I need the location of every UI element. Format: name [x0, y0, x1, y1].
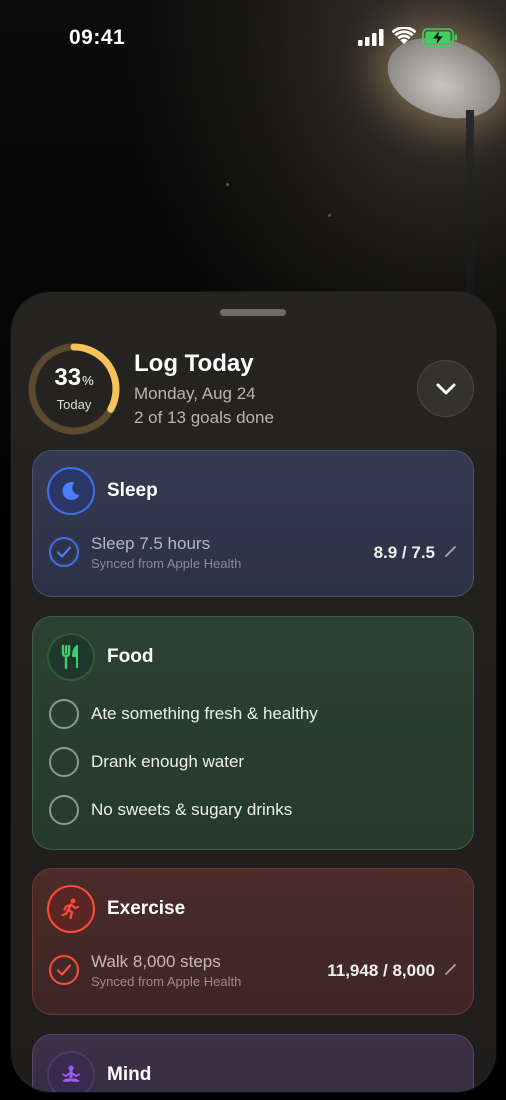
food-item-label[interactable]: Drank enough water: [91, 752, 244, 772]
exercise-goal-name: Walk 8,000 steps: [91, 952, 221, 971]
mind-card[interactable]: Mind: [32, 1034, 474, 1092]
food-category-icon: [47, 633, 95, 681]
pencil-icon[interactable]: [444, 545, 457, 558]
exercise-goal-source: Synced from Apple Health: [91, 974, 242, 989]
date-label: Monday, Aug 24: [134, 384, 256, 403]
sleep-goal-name: Sleep 7.5 hours: [91, 534, 211, 553]
running-icon: [61, 898, 80, 920]
sleep-card[interactable]: Sleep Sleep 7.5 hours Synced from Apple …: [32, 450, 474, 597]
food-card[interactable]: Food Ate something fresh & healthy Drank…: [32, 616, 474, 850]
exercise-title: Exercise: [107, 898, 186, 919]
status-bar: 09:41: [0, 0, 506, 76]
progress-ring: 33% Today: [27, 342, 121, 436]
sleep-title: Sleep: [107, 480, 158, 501]
progress-percent-value: 33: [54, 364, 82, 391]
exercise-goal-checkbox[interactable]: [49, 955, 79, 985]
exercise-goal-value: 11,948 / 8,000: [327, 961, 435, 980]
log-today-sheet: 33% Today Log Today Monday, Aug 24 2 of …: [11, 292, 496, 1092]
progress-label: Today: [56, 397, 92, 412]
wifi-icon: [392, 27, 416, 44]
chevron-down-icon: [436, 383, 455, 394]
checkmark-icon: [56, 546, 72, 558]
speck: [328, 214, 331, 217]
food-item-checkbox[interactable]: [49, 795, 79, 825]
fork-knife-icon: [61, 644, 78, 670]
food-item-checkbox[interactable]: [49, 747, 79, 777]
sleep-goal-value: 8.9 / 7.5: [373, 543, 435, 562]
lamp-pole: [466, 110, 474, 310]
sleep-category-icon: [47, 467, 95, 515]
meditation-icon: [62, 1065, 80, 1082]
checkmark-icon: [56, 964, 72, 976]
sleep-goal-source: Synced from Apple Health: [91, 556, 242, 571]
progress-percent: 33%: [27, 364, 121, 392]
mind-title: Mind: [107, 1064, 152, 1085]
collapse-button[interactable]: [417, 360, 474, 417]
exercise-card[interactable]: Exercise Walk 8,000 steps Synced from Ap…: [32, 868, 474, 1015]
progress-percent-unit: %: [82, 373, 94, 388]
speck: [226, 183, 229, 186]
goals-summary: 2 of 13 goals done: [134, 408, 274, 427]
page-title: Log Today: [134, 350, 254, 377]
food-item-label[interactable]: Ate something fresh & healthy: [91, 704, 318, 724]
sheet-grabber[interactable]: [220, 309, 286, 316]
status-time: 09:41: [69, 26, 126, 49]
food-title: Food: [107, 646, 154, 667]
sleep-goal-checkbox[interactable]: [49, 537, 79, 567]
moon-icon: [62, 481, 80, 500]
food-item-label[interactable]: No sweets & sugary drinks: [91, 800, 292, 820]
pencil-icon[interactable]: [444, 963, 457, 976]
exercise-category-icon: [47, 885, 95, 933]
food-item-checkbox[interactable]: [49, 699, 79, 729]
cellular-signal-icon: [358, 29, 384, 46]
mind-category-icon: [47, 1051, 95, 1092]
battery-charging-icon: [422, 28, 457, 47]
